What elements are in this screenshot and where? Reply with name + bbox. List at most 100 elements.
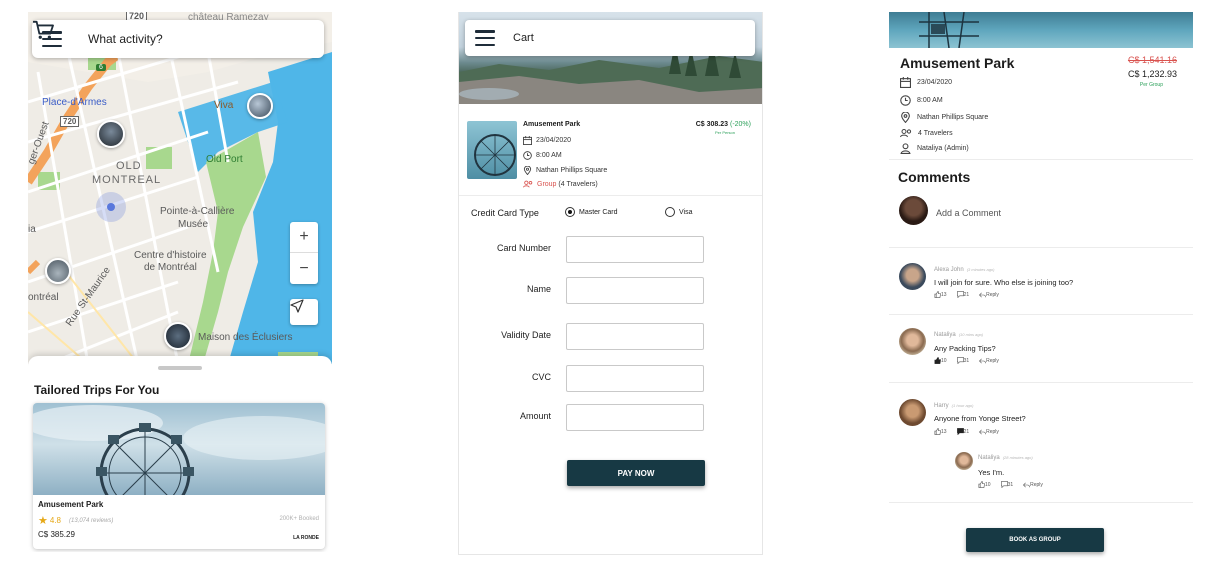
bottom-sheet[interactable]: Tailored Trips For You Amusement Park ★ …	[28, 356, 332, 552]
avatar	[955, 452, 973, 470]
item-price-unit: Per Person	[714, 130, 735, 135]
map-label-musee: Musée	[178, 219, 209, 230]
top-bar: Cart	[465, 20, 755, 56]
trip-card[interactable]: Amusement Park ★ 4.8 (13,074 reviews) 20…	[33, 403, 325, 549]
calendar-icon	[523, 136, 532, 145]
hamburger-menu-icon[interactable]	[475, 30, 495, 46]
book-as-group-button[interactable]: BOOK AS GROUP	[966, 528, 1104, 552]
comment-icon	[1000, 481, 1008, 488]
item-time-row: 8:00 AM	[523, 151, 562, 160]
map-view[interactable]: 720 château Ramezay 6 Place-d'Armes 720 …	[28, 12, 332, 364]
header-image	[889, 12, 1193, 48]
item-price: C$ 308.23	[695, 121, 729, 128]
like-button[interactable]: 10	[934, 357, 947, 364]
item-group-label: Group	[537, 180, 557, 188]
original-price: C$ 1,541.16	[1127, 55, 1177, 65]
visa-label: Visa	[679, 208, 693, 216]
activity-pin[interactable]	[97, 120, 125, 148]
thumbs-up-icon	[978, 481, 985, 488]
avatar	[899, 399, 926, 426]
trip-info: Amusement Park ★ 4.8 (13,074 reviews) 20…	[33, 495, 325, 549]
replies-count[interactable]: 31	[956, 357, 969, 364]
activity-pin[interactable]	[45, 258, 71, 284]
reply-icon	[979, 292, 986, 297]
validity-date-field[interactable]	[566, 323, 704, 350]
current-location-marker	[96, 192, 126, 222]
replies-count[interactable]: 21	[956, 291, 969, 298]
zoom-in-button[interactable]: +	[290, 222, 318, 253]
header-image: Cart	[459, 12, 762, 104]
name-row: Name	[459, 277, 762, 305]
location-pin-icon	[901, 112, 910, 123]
reply-button[interactable]: Reply	[979, 291, 999, 298]
amount-field[interactable]	[566, 404, 704, 431]
navigate-button[interactable]	[290, 299, 318, 325]
divider	[889, 502, 1193, 503]
reply-button[interactable]: Reply	[1023, 481, 1043, 488]
activity-pin[interactable]	[164, 322, 192, 350]
comment-author: Alexa John (3 minutes ago)	[934, 267, 995, 273]
clock-icon	[523, 151, 532, 160]
clock-icon	[900, 95, 911, 106]
thumbs-up-icon	[934, 357, 941, 364]
map-label-viva: Viva	[214, 100, 234, 111]
cart-screen: Cart Amusement Park 23/04/2020 8:00 AM N…	[458, 12, 763, 555]
name-field[interactable]	[566, 277, 704, 304]
comment-actions: 10 31 Reply	[978, 481, 1043, 488]
trip-brand: LA RONDE	[293, 535, 319, 541]
cvc-label: CVC	[531, 372, 551, 382]
validity-date-label: Validity Date	[501, 330, 551, 340]
reply-button[interactable]: Reply	[979, 428, 999, 435]
comment-text: Yes I'm.	[978, 468, 1005, 477]
comment-icon	[956, 357, 964, 364]
discounted-price: C$ 1,232.93	[1127, 69, 1177, 79]
replies-count[interactable]: 21	[956, 428, 969, 435]
item-group-row: Group (4 Travelers)	[523, 180, 598, 188]
search-input[interactable]: What activity?	[88, 32, 314, 46]
trip-title: Amusement Park	[38, 500, 104, 509]
divider	[889, 314, 1193, 315]
date-row: 23/04/2020	[900, 77, 952, 88]
divider	[459, 195, 762, 196]
activity-date: 23/04/2020	[917, 79, 953, 86]
sheet-drag-handle[interactable]	[158, 366, 202, 370]
like-button[interactable]: 10	[978, 481, 991, 488]
comment-author: Harry (1 hour ago)	[934, 403, 974, 409]
comments-heading: Comments	[898, 169, 971, 185]
comment-author: Nataliya (28 minutes ago)	[978, 455, 1033, 461]
avatar	[899, 328, 926, 355]
search-bar[interactable]: What activity?	[32, 20, 324, 58]
activity-title: Amusement Park	[900, 55, 1015, 71]
item-date: 23/04/2020	[536, 137, 572, 144]
item-thumbnail	[467, 121, 517, 179]
map-label-ontreal: ontréal	[28, 292, 59, 303]
card-number-label: Card Number	[496, 243, 551, 253]
group-admin: Nataliya (Admin)	[917, 145, 969, 152]
add-comment-input[interactable]: Add a Comment	[936, 208, 1001, 218]
map-screen: 720 château Ramezay 6 Place-d'Armes 720 …	[28, 12, 332, 552]
reply-icon	[979, 429, 986, 434]
cvc-row: CVC	[459, 365, 762, 393]
cart-icon[interactable]	[32, 20, 54, 40]
comment-author: Nataliya (10 mins ago)	[934, 332, 984, 338]
like-button[interactable]: 13	[934, 291, 947, 298]
reply-icon	[1023, 482, 1030, 487]
visa-radio[interactable]: Visa	[665, 207, 693, 217]
location-pin-icon	[523, 166, 532, 175]
cart-item[interactable]: Amusement Park 23/04/2020 8:00 AM Nathan…	[467, 119, 755, 188]
like-button[interactable]: 13	[934, 428, 947, 435]
pay-now-button[interactable]: PAY NOW	[567, 460, 705, 486]
amount-label: Amount	[519, 411, 551, 421]
master-card-radio[interactable]: Master Card	[565, 207, 618, 217]
activity-pin[interactable]	[247, 93, 273, 119]
cvc-field[interactable]	[566, 365, 704, 392]
map-label-de-montreal: de Montréal	[144, 262, 197, 273]
reply-button[interactable]: Reply	[979, 357, 999, 364]
replies-count[interactable]: 31	[1000, 481, 1013, 488]
avatar	[899, 263, 926, 290]
zoom-out-button[interactable]: −	[290, 253, 318, 284]
card-number-field[interactable]	[566, 236, 704, 263]
item-title: Amusement Park	[523, 121, 581, 128]
map-label-ia: ia	[28, 224, 36, 235]
map-label-old: OLD	[116, 160, 142, 172]
